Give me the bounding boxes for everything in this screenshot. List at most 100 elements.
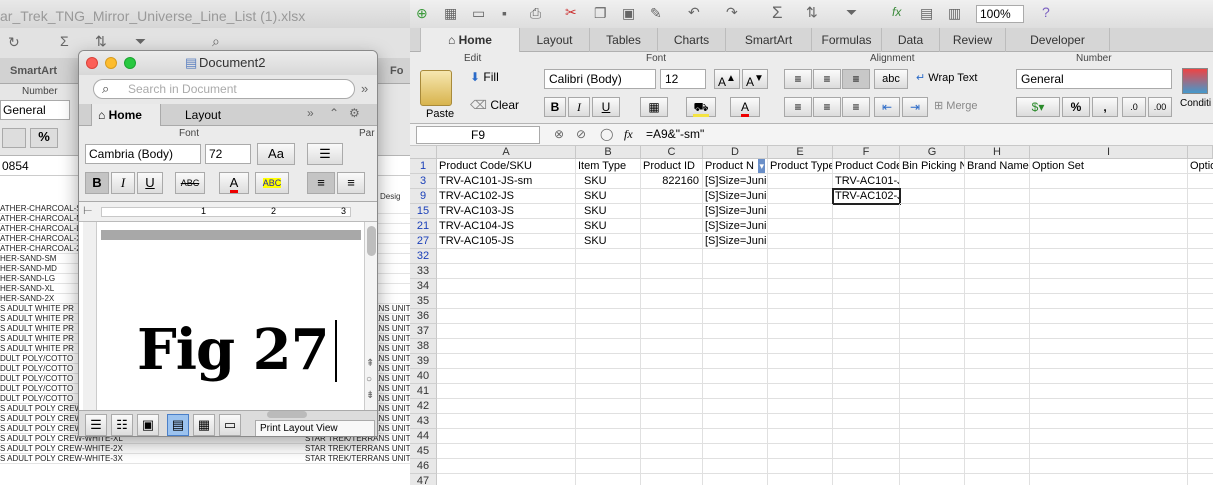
- tab-stop-icon[interactable]: ⊢: [83, 204, 93, 217]
- sort-icon[interactable]: ⇅: [95, 33, 107, 50]
- decrease-decimal-button[interactable]: .00: [1148, 97, 1172, 117]
- function-icon[interactable]: fx: [892, 5, 901, 19]
- table-cell[interactable]: [641, 264, 703, 279]
- header-cell[interactable]: Brand Name: [965, 159, 1030, 174]
- align-right-button[interactable]: ≡: [842, 97, 870, 117]
- table-cell[interactable]: [1030, 279, 1188, 294]
- table-cell[interactable]: [965, 204, 1030, 219]
- zoom-icon[interactable]: [124, 57, 136, 69]
- table-cell[interactable]: [768, 354, 833, 369]
- table-cell[interactable]: [768, 294, 833, 309]
- draft-view-button[interactable]: ☰: [85, 414, 107, 436]
- table-cell[interactable]: [768, 444, 833, 459]
- table-cell[interactable]: [833, 474, 900, 485]
- header-cell[interactable]: Option Set: [1030, 159, 1188, 174]
- currency-button[interactable]: $▾: [1016, 97, 1060, 117]
- tab-smartart[interactable]: SmartArt: [726, 28, 812, 52]
- format-painter-icon[interactable]: ✎: [650, 5, 662, 22]
- table-cell[interactable]: [965, 354, 1030, 369]
- tab-tables[interactable]: Tables: [590, 28, 658, 52]
- table-cell[interactable]: [1030, 219, 1188, 234]
- header-cell[interactable]: Product N ▾: [703, 159, 768, 174]
- table-cell[interactable]: [437, 264, 576, 279]
- table-cell[interactable]: [437, 279, 576, 294]
- redo-icon[interactable]: ↷: [726, 4, 738, 21]
- decrease-indent-button[interactable]: ⇤: [874, 97, 900, 117]
- column-header-h[interactable]: H: [965, 146, 1030, 159]
- bg-currency-button[interactable]: [2, 128, 26, 148]
- print-icon[interactable]: ⎙: [530, 5, 541, 22]
- column-header-i[interactable]: I: [1030, 146, 1188, 159]
- header-cell[interactable]: Optio: [1188, 159, 1213, 174]
- word-italic-button[interactable]: I: [111, 172, 135, 194]
- table-cell[interactable]: [900, 309, 965, 324]
- table-cell[interactable]: [833, 264, 900, 279]
- table-cell[interactable]: [965, 399, 1030, 414]
- bg-tab-formulas[interactable]: Fo: [390, 65, 403, 77]
- table-cell[interactable]: [576, 474, 641, 485]
- table-cell[interactable]: [1030, 354, 1188, 369]
- close-icon[interactable]: [86, 57, 98, 69]
- table-cell[interactable]: [900, 414, 965, 429]
- excel-window[interactable]: ⊕ ▦ ▭ ▪ ⎙ ✂ ❐ ▣ ✎ ↶ ↷ Σ ⇅ ⏷ fx ▤ ▥ 100% …: [410, 0, 1213, 485]
- font-size-select[interactable]: 12: [660, 69, 706, 89]
- table-cell[interactable]: [703, 249, 768, 264]
- table-cell[interactable]: [900, 189, 965, 204]
- italic-button[interactable]: I: [568, 97, 590, 117]
- table-cell[interactable]: [437, 459, 576, 474]
- table-cell[interactable]: [576, 279, 641, 294]
- table-cell[interactable]: [1030, 204, 1188, 219]
- column-header-g[interactable]: G: [900, 146, 965, 159]
- copy-icon[interactable]: ❐: [594, 5, 607, 22]
- row-header[interactable]: 21: [410, 219, 437, 234]
- comma-button[interactable]: ,: [1092, 97, 1118, 117]
- help-icon[interactable]: ?: [1042, 4, 1050, 20]
- header-cell[interactable]: Product Code/SKU: [437, 159, 576, 174]
- table-cell[interactable]: [1188, 309, 1213, 324]
- table-cell[interactable]: [768, 189, 833, 204]
- table-cell[interactable]: [641, 219, 703, 234]
- table-cell[interactable]: [576, 384, 641, 399]
- table-cell[interactable]: [641, 369, 703, 384]
- table-cell[interactable]: [768, 339, 833, 354]
- row-header[interactable]: 35: [410, 294, 437, 309]
- table-cell[interactable]: [576, 294, 641, 309]
- table-cell[interactable]: [641, 279, 703, 294]
- table-cell[interactable]: [1188, 444, 1213, 459]
- chevron-double-icon[interactable]: »: [361, 81, 368, 96]
- table-cell[interactable]: TRV-AC103-JS: [437, 204, 576, 219]
- table-cell[interactable]: [437, 474, 576, 485]
- table-cell[interactable]: [1188, 279, 1213, 294]
- table-cell[interactable]: [703, 354, 768, 369]
- table-cell[interactable]: [S]Size=Juniors Small: [703, 219, 768, 234]
- row-header[interactable]: 38: [410, 339, 437, 354]
- word-font-color-button[interactable]: A: [219, 172, 249, 194]
- table-cell[interactable]: [641, 249, 703, 264]
- table-cell[interactable]: [641, 339, 703, 354]
- table-cell[interactable]: [S]Size=Juniors Small: [703, 174, 768, 189]
- table-cell[interactable]: SKU: [576, 219, 641, 234]
- table-cell[interactable]: [833, 249, 900, 264]
- table-cell[interactable]: [965, 264, 1030, 279]
- table-cell[interactable]: [S]Size=Juniors Small: [703, 234, 768, 249]
- table-cell[interactable]: TRV-AC104-JS: [437, 219, 576, 234]
- bg-table-row[interactable]: S ADULT POLY CREW-WHITE-3X STAR TREK/TERR…: [0, 454, 410, 464]
- orientation-button[interactable]: abc: [874, 69, 908, 89]
- table-cell[interactable]: [437, 339, 576, 354]
- table-cell[interactable]: [703, 264, 768, 279]
- table-cell[interactable]: [437, 369, 576, 384]
- row-header[interactable]: 33: [410, 264, 437, 279]
- table-cell[interactable]: [900, 324, 965, 339]
- table-cell[interactable]: [900, 294, 965, 309]
- new-icon[interactable]: ⊕: [416, 5, 428, 22]
- table-cell[interactable]: [641, 234, 703, 249]
- table-cell[interactable]: [900, 279, 965, 294]
- table-cell[interactable]: [768, 429, 833, 444]
- table-cell[interactable]: [965, 459, 1030, 474]
- table-cell[interactable]: [900, 204, 965, 219]
- conditional-formatting-label[interactable]: Conditi Formatt: [1180, 98, 1213, 109]
- row-header[interactable]: 32: [410, 249, 437, 264]
- table-cell[interactable]: [965, 279, 1030, 294]
- table-cell[interactable]: [965, 249, 1030, 264]
- table-cell[interactable]: [1030, 234, 1188, 249]
